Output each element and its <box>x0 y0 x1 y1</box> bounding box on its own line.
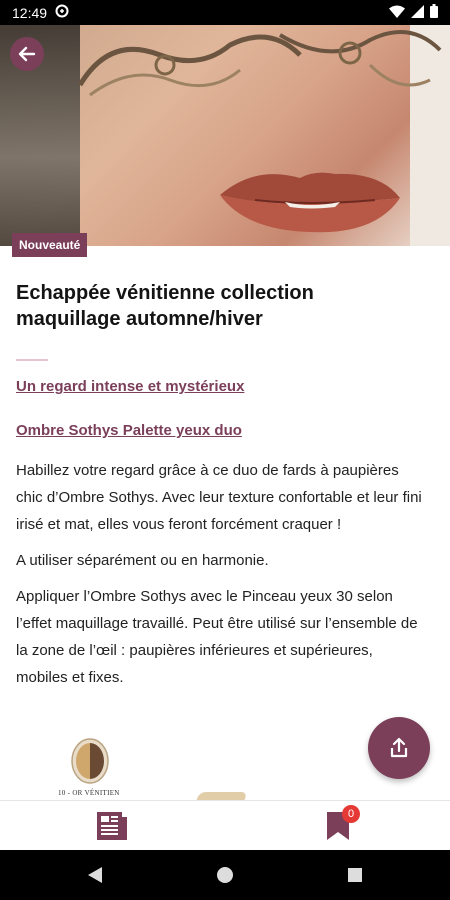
back-button[interactable] <box>10 37 44 71</box>
back-arrow-icon <box>18 46 36 62</box>
system-home-button[interactable] <box>200 850 250 900</box>
signal-icon <box>411 4 424 21</box>
paragraph: Appliquer l’Ombre Sothys avec le Pinceau… <box>16 588 418 686</box>
lace-mask <box>77 30 442 97</box>
status-icons <box>389 4 438 21</box>
article-title: Echappée vénitienne collection maquillag… <box>16 282 314 330</box>
nav-favorites[interactable]: 0 <box>308 801 368 851</box>
nav-articles[interactable] <box>82 801 142 851</box>
subtitle-link-palette[interactable]: Ombre Sothys Palette yeux duo <box>16 422 242 439</box>
system-back-button[interactable] <box>70 850 120 900</box>
product-image-peek <box>196 792 248 800</box>
triangle-back-icon <box>88 867 102 883</box>
bottom-navigation: 0 <box>0 800 450 850</box>
system-recents-button[interactable] <box>330 850 380 900</box>
eyeshadow-palette-image <box>71 738 109 784</box>
subtitle-link-regard[interactable]: Un regard intense et mystérieux <box>16 378 244 395</box>
title-divider <box>16 359 48 361</box>
status-bar: 12:49 <box>0 0 450 25</box>
article-body: Echappée vénitienne collection maquillag… <box>16 280 436 691</box>
paragraph: A utiliser séparément ou en harmonie. <box>16 552 269 569</box>
hero-image <box>0 25 450 246</box>
wifi-icon <box>389 5 405 21</box>
share-button[interactable] <box>368 717 430 779</box>
product-label: 10 - OR VÉNITIEN <box>58 789 120 797</box>
square-recents-icon <box>348 868 362 882</box>
system-navigation-bar <box>0 850 450 900</box>
share-icon <box>390 737 408 758</box>
data-saver-icon <box>55 4 69 21</box>
circle-home-icon <box>217 867 233 883</box>
paragraph: Habillez votre regard grâce à ce duo de … <box>16 462 422 533</box>
new-badge: Nouveauté <box>12 233 88 257</box>
battery-icon <box>430 4 438 21</box>
favorites-count-badge: 0 <box>342 805 360 823</box>
articles-icon <box>97 812 127 840</box>
status-time: 12:49 <box>12 4 48 21</box>
lips <box>220 172 400 233</box>
